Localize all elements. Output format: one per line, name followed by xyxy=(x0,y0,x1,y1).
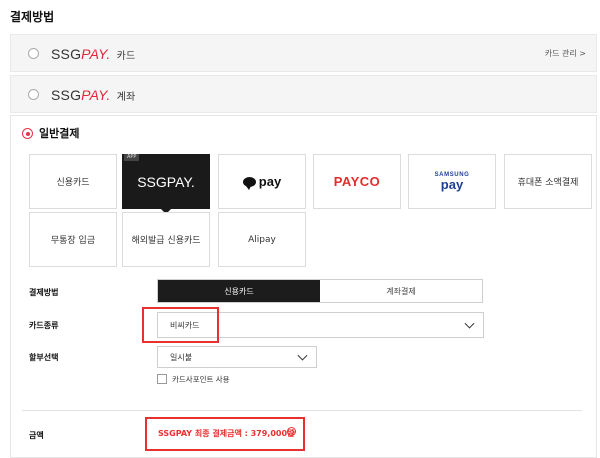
ssgpay-logo: SSGPAY. xyxy=(137,173,195,190)
page-title: 결제방법 xyxy=(10,10,55,24)
chevron-down-icon xyxy=(464,318,475,329)
installment-value: 일시불 xyxy=(170,352,193,362)
speech-bubble-icon xyxy=(242,176,256,190)
tile-samsung-pay[interactable]: SAMSUNG pay xyxy=(408,154,496,209)
card-point-checkbox[interactable] xyxy=(157,374,167,384)
tile-overseas-card[interactable]: 해외발급 신용카드 xyxy=(122,212,210,267)
method-option-credit-card[interactable]: 신용카드 xyxy=(158,280,320,302)
kakao-pay-text: pay xyxy=(258,174,282,189)
tile-credit-card[interactable]: 신용카드 xyxy=(29,154,117,209)
tile-alipay[interactable]: Alipay xyxy=(218,212,306,267)
chevron-down-icon xyxy=(297,350,308,361)
brand-ssg-text: SSG xyxy=(51,87,82,103)
installment-select[interactable]: 일시불 xyxy=(157,346,317,368)
app-badge: APP xyxy=(124,154,140,161)
ssgpay-card-option[interactable]: SSGPAY. 카드 카드 관리 > xyxy=(10,34,597,72)
tile-payco[interactable]: PAYCO xyxy=(313,154,401,209)
card-type-label: 카드종류 xyxy=(29,321,59,330)
tile-kakao-pay[interactable]: pay xyxy=(218,154,306,209)
radio-selected-dot xyxy=(25,131,30,136)
samsung-pay-logo: SAMSUNG pay xyxy=(435,172,470,191)
card-point-checkbox-label: 카드사포인트 사용 xyxy=(172,375,230,384)
card-manage-link[interactable]: 카드 관리 > xyxy=(545,48,586,59)
tile-bank-transfer-label: 무통장 입금 xyxy=(50,236,96,246)
tile-overseas-card-label: 해외발급 신용카드 xyxy=(131,236,201,246)
ssgpay-card-suffix: 카드 xyxy=(116,51,136,62)
ssgpay-account-option[interactable]: SSGPAY. 계좌 xyxy=(10,75,597,113)
installment-label: 할부선택 xyxy=(29,353,59,362)
amount-label: 금액 xyxy=(29,431,44,440)
payment-method-label: 결제방법 xyxy=(29,288,59,297)
radio-ssgpay-account[interactable] xyxy=(28,89,39,100)
ssgpay-account-suffix: 계좌 xyxy=(116,92,136,103)
radio-general-payment[interactable] xyxy=(22,128,33,139)
card-type-highlight-box xyxy=(142,307,219,343)
amount-highlight-box xyxy=(145,417,305,451)
general-payment-label: 일반결제 xyxy=(39,127,80,140)
tile-ssgpay[interactable]: APP SSGPAY. xyxy=(122,154,210,209)
payco-logo: PAYCO xyxy=(333,174,381,189)
payment-method-toggle: 신용카드 계좌결제 xyxy=(157,279,483,303)
brand-ssg-text: SSG xyxy=(51,46,82,62)
tile-phone-payment[interactable]: 휴대폰 소액결제 xyxy=(504,154,592,209)
method-option-account[interactable]: 계좌결제 xyxy=(320,280,482,302)
ssgpay-account-brand: SSGPAY. 계좌 xyxy=(51,87,135,103)
brand-pay-text: PAY. xyxy=(81,46,111,62)
kakao-pay-logo: pay xyxy=(242,174,282,190)
brand-pay-text: PAY. xyxy=(81,87,111,103)
tile-alipay-label: Alipay xyxy=(248,234,276,245)
radio-ssgpay-card[interactable] xyxy=(28,48,39,59)
tile-bank-transfer[interactable]: 무통장 입금 xyxy=(29,212,117,267)
tile-phone-payment-label: 휴대폰 소액결제 xyxy=(517,178,579,188)
tile-credit-card-label: 신용카드 xyxy=(56,178,90,188)
ssgpay-card-brand: SSGPAY. 카드 xyxy=(51,46,135,62)
samsung-pay-text: pay xyxy=(440,177,464,192)
section-divider xyxy=(22,410,582,411)
